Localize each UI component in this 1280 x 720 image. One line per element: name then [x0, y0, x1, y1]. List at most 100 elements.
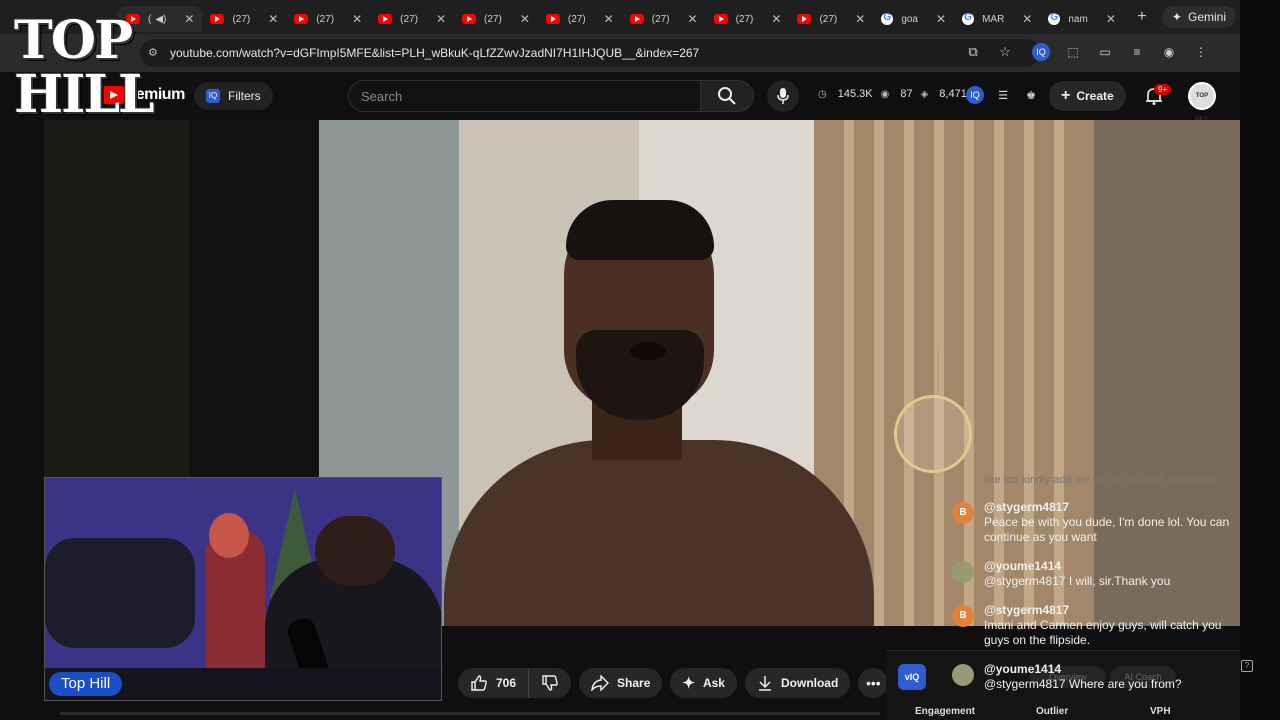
- new-tab-button[interactable]: +: [1130, 8, 1154, 26]
- vidiq-extension-icon[interactable]: IQ: [1032, 43, 1050, 61]
- avatar: [952, 664, 974, 686]
- url-field[interactable]: ⚙ youtube.com/watch?v=dGFImpI5MFE&list=P…: [140, 39, 1040, 67]
- close-tab-icon[interactable]: ✕: [436, 12, 446, 26]
- search-button[interactable]: [700, 80, 754, 112]
- close-tab-icon[interactable]: ✕: [855, 12, 865, 26]
- webcam-overlay: Top Hill: [44, 477, 442, 701]
- address-bar-row: ⚙ youtube.com/watch?v=dGFImpI5MFE&list=P…: [0, 34, 1240, 72]
- close-tab-icon[interactable]: ✕: [352, 12, 362, 26]
- youtube-favicon-icon: [545, 14, 560, 24]
- chat-text: Peace be with you dude, I'm done lol. Yo…: [984, 515, 1230, 544]
- close-tab-icon[interactable]: ✕: [520, 12, 530, 26]
- vidiq-icon[interactable]: IQ: [966, 86, 984, 104]
- screen-edge: [1240, 0, 1280, 720]
- dislike-button[interactable]: [529, 668, 571, 698]
- vidiq-panel-logo[interactable]: vIQ: [898, 664, 926, 690]
- youtube-favicon-icon: [462, 14, 477, 24]
- close-tab-icon[interactable]: ✕: [771, 12, 781, 26]
- chat-message: @youme1414 @stygerm4817 Where are you fr…: [952, 662, 1244, 696]
- top-hill-logo: TOP HILL: [14, 10, 155, 125]
- help-icon[interactable]: ?: [1241, 660, 1253, 672]
- tab-outlier[interactable]: Outlier: [1036, 706, 1068, 717]
- chat-message: B @stygerm4817 Peace be with you dude, I…: [952, 500, 1244, 550]
- microphone-icon: [777, 88, 789, 104]
- youtube-favicon-icon: [797, 14, 812, 24]
- search-input[interactable]: Search: [348, 80, 700, 112]
- bookmark-star-icon[interactable]: ☆: [996, 43, 1014, 61]
- share-button[interactable]: Share: [579, 668, 663, 698]
- close-tab-icon[interactable]: ✕: [688, 12, 698, 26]
- browser-tab[interactable]: (27) ✕: [454, 6, 538, 32]
- share-arrow-icon: [591, 675, 610, 691]
- chat-author: @youme1414: [984, 662, 1062, 676]
- create-button[interactable]: + Create: [1049, 81, 1126, 111]
- trophy-icon[interactable]: ♚: [1022, 86, 1040, 104]
- browser-tab[interactable]: MAR✕: [954, 6, 1040, 32]
- chat-author: @stygerm4817: [984, 500, 1070, 514]
- browser-tab[interactable]: nam✕: [1040, 6, 1124, 32]
- filters-button[interactable]: IQ Filters: [194, 82, 273, 110]
- google-favicon-icon: [962, 12, 975, 25]
- download-button[interactable]: Download: [744, 668, 851, 698]
- browser-tab[interactable]: goa✕: [873, 6, 954, 32]
- plus-icon: +: [1061, 87, 1071, 104]
- chat-text: Imani and Carmen enjoy guys, will catch …: [984, 618, 1222, 647]
- youtube-favicon-icon: [713, 14, 728, 24]
- tab-engagement[interactable]: Engagement: [915, 706, 975, 717]
- chat-text: @stygerm4817 I will, sir.Thank you: [984, 574, 1171, 588]
- browser-tab[interactable]: (27) ✕: [789, 6, 873, 32]
- thumbs-up-icon: [471, 675, 487, 691]
- video-actions: 706 Share ✦ Ask Download •••: [458, 668, 889, 698]
- browser-tab[interactable]: (27) ✕: [370, 6, 454, 32]
- gemini-button[interactable]: ✦ Gemini: [1161, 6, 1236, 28]
- youtube-favicon-icon: [629, 14, 644, 24]
- close-tab-icon[interactable]: ✕: [936, 12, 946, 26]
- extensions-puzzle-icon[interactable]: ⬚: [1064, 43, 1082, 61]
- youtube-favicon-icon: [378, 14, 393, 24]
- profile-icon[interactable]: ◉: [1160, 43, 1178, 61]
- list-icon[interactable]: ☰: [994, 86, 1012, 104]
- voice-search-button[interactable]: [767, 80, 799, 112]
- ask-button[interactable]: ✦ Ask: [670, 668, 737, 698]
- browser-tab[interactable]: (27) ✕: [622, 6, 706, 32]
- close-tab-icon[interactable]: ✕: [1106, 12, 1116, 26]
- side-panel-icon[interactable]: ▭: [1096, 43, 1114, 61]
- more-actions-button[interactable]: •••: [858, 668, 889, 698]
- youtube-header: remium IQ Filters Search ◷ 145.3K ◉ 87 ◈ 8,…: [0, 72, 1240, 123]
- chat-author: @youme1414: [984, 559, 1062, 573]
- account-avatar[interactable]: TOP HILL: [1188, 82, 1216, 123]
- browser-tab[interactable]: (27) ✕: [286, 6, 370, 32]
- chat-message: @youme1414 @stygerm4817 I will, sir.Than…: [952, 559, 1244, 593]
- like-dislike-group: 706: [458, 668, 572, 698]
- vidiq-filter-icon: IQ: [206, 89, 220, 103]
- like-button[interactable]: 706: [458, 668, 530, 698]
- tab-vph[interactable]: VPH: [1150, 706, 1171, 717]
- thumbs-down-icon: [542, 675, 558, 691]
- chart-icon: ◈: [920, 88, 929, 100]
- close-tab-icon[interactable]: ✕: [268, 12, 278, 26]
- sparkle-icon: ✦: [1171, 10, 1182, 24]
- avatar: B: [952, 502, 974, 524]
- browser-tab[interactable]: (27) ✕: [202, 6, 286, 32]
- browser-tab[interactable]: (27) ✕: [706, 6, 790, 32]
- sparkle-icon: ✦: [682, 675, 695, 692]
- browser-tab[interactable]: (27) ✕: [538, 6, 622, 32]
- avatar: B: [952, 605, 974, 627]
- bottom-bar: [60, 712, 880, 715]
- search-icon: [718, 87, 736, 105]
- notification-count-badge: 9+: [1154, 84, 1172, 95]
- reading-list-icon[interactable]: ≡: [1128, 43, 1146, 61]
- install-app-icon[interactable]: ⧉: [964, 43, 982, 61]
- screen: ( ◀) ✕ (27) ✕ (27) ✕ (27) ✕ (27) ✕ (27) ✕ (27…: [0, 0, 1280, 720]
- clock-icon: ◷: [818, 88, 827, 100]
- close-tab-icon[interactable]: ✕: [1022, 12, 1032, 26]
- close-tab-icon[interactable]: ✕: [604, 12, 614, 26]
- youtube-favicon-icon: [294, 14, 309, 24]
- vidiq-stats: ◷ 145.3K ◉ 87 ◈ 8,471: [818, 88, 967, 100]
- menu-kebab-icon[interactable]: ⋮: [1192, 43, 1210, 61]
- faded-chat-message: like too kindly add me up on dis-card: b…: [984, 474, 1216, 486]
- chat-author: @stygerm4817: [984, 603, 1070, 617]
- close-tab-icon[interactable]: ✕: [184, 12, 194, 26]
- google-favicon-icon: [1048, 12, 1061, 25]
- youtube-favicon-icon: [210, 14, 225, 24]
